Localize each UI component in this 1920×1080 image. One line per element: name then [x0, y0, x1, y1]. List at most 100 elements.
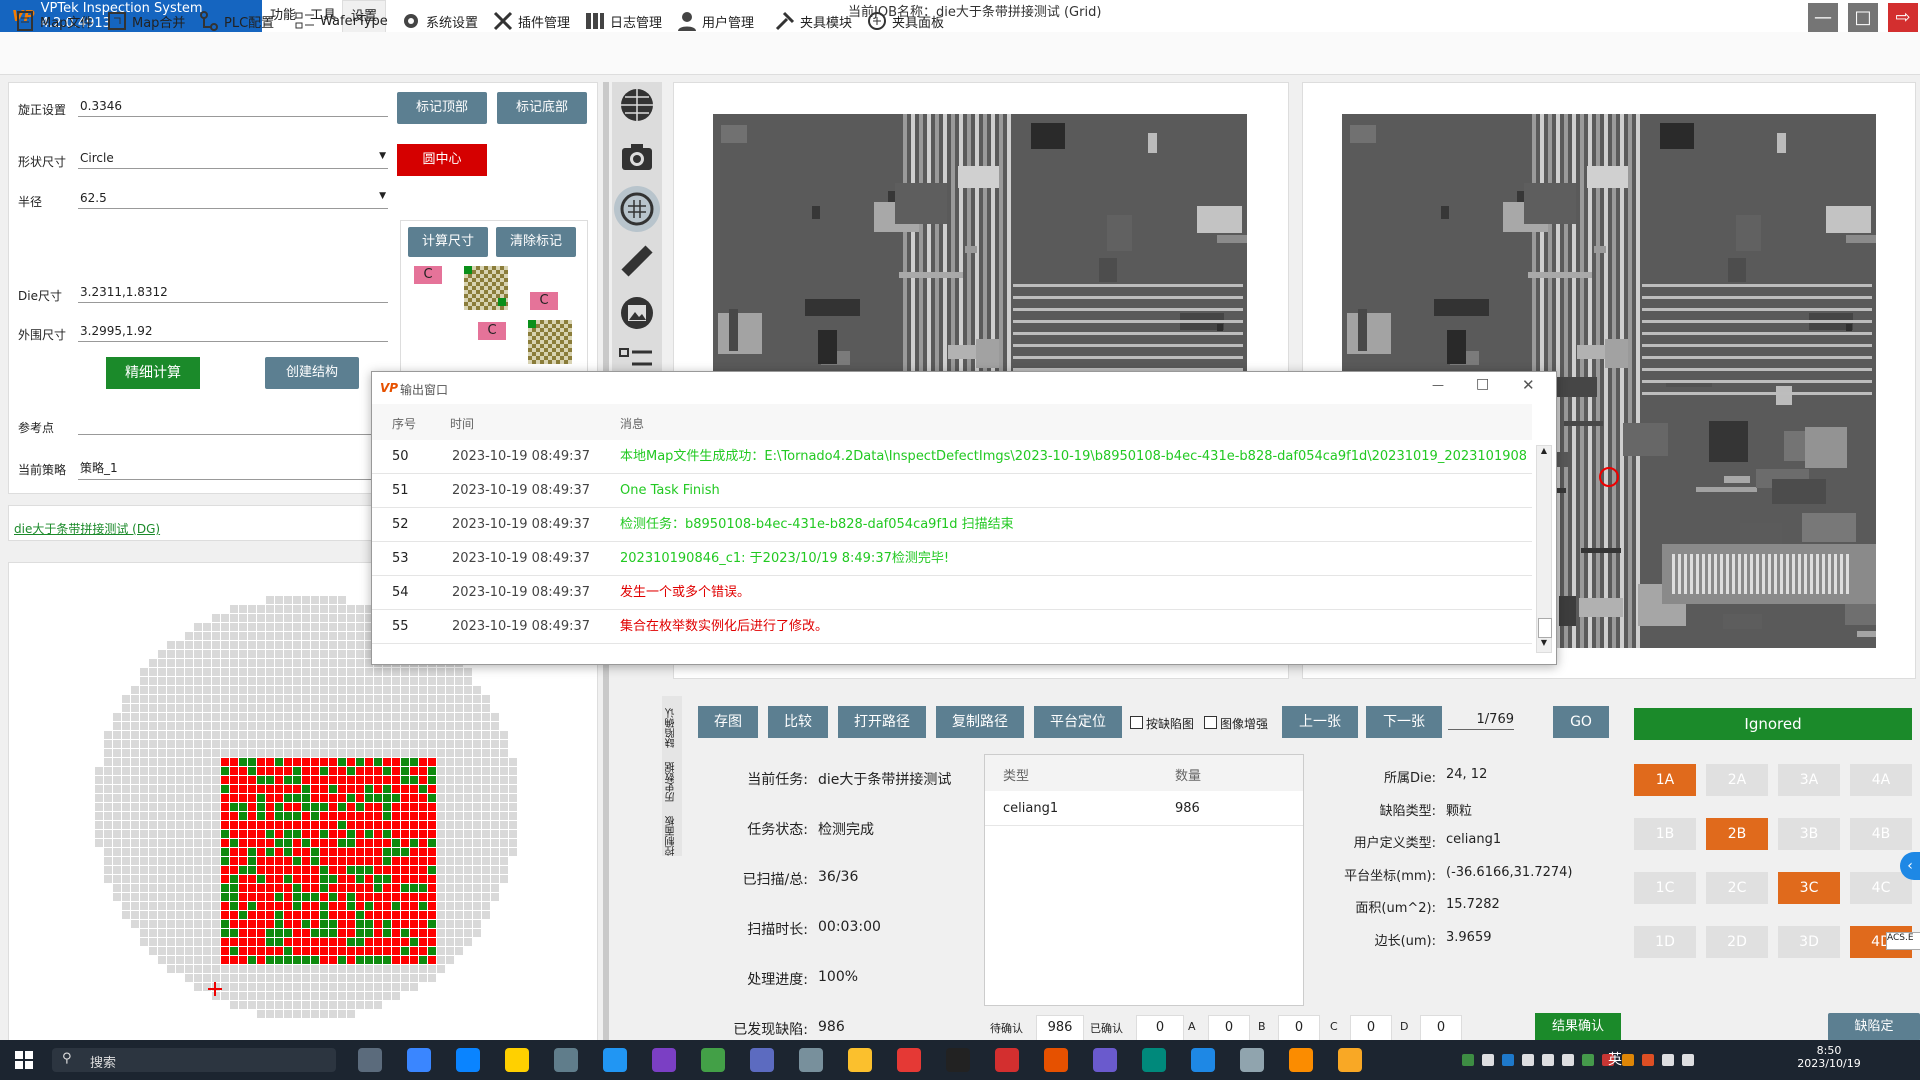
die-cell[interactable]	[185, 740, 193, 748]
die-cell[interactable]	[428, 920, 436, 928]
die-cell[interactable]	[167, 812, 175, 820]
die-cell[interactable]	[410, 830, 418, 838]
die-cell[interactable]	[338, 668, 346, 676]
die-cell[interactable]	[365, 965, 373, 973]
die-cell[interactable]	[473, 857, 481, 865]
die-cell[interactable]	[104, 857, 112, 865]
die-cell[interactable]	[230, 758, 238, 766]
die-cell[interactable]	[266, 884, 274, 892]
die-cell[interactable]	[464, 668, 472, 676]
die-cell[interactable]	[347, 668, 355, 676]
die-cell[interactable]	[203, 848, 211, 856]
die-cell[interactable]	[176, 731, 184, 739]
die-cell[interactable]	[275, 821, 283, 829]
die-cell[interactable]	[293, 713, 301, 721]
die-cell[interactable]	[437, 839, 445, 847]
die-cell[interactable]	[365, 848, 373, 856]
die-cell[interactable]	[122, 704, 130, 712]
die-cell[interactable]	[221, 821, 229, 829]
die-cell[interactable]	[221, 758, 229, 766]
die-cell[interactable]	[437, 902, 445, 910]
die-cell[interactable]	[212, 722, 220, 730]
die-cell[interactable]	[401, 857, 409, 865]
die-cell[interactable]	[293, 920, 301, 928]
die-cell[interactable]	[329, 893, 337, 901]
die-cell[interactable]	[194, 650, 202, 658]
die-cell[interactable]	[329, 650, 337, 658]
die-cell[interactable]	[383, 920, 391, 928]
die-cell[interactable]	[212, 947, 220, 955]
die-cell[interactable]	[329, 866, 337, 874]
die-cell[interactable]	[311, 623, 319, 631]
die-cell[interactable]	[446, 812, 454, 820]
die-cell[interactable]	[302, 686, 310, 694]
die-cell[interactable]	[347, 839, 355, 847]
die-cell[interactable]	[104, 749, 112, 757]
die-cell[interactable]	[158, 803, 166, 811]
die-cell[interactable]	[365, 866, 373, 874]
die-cell[interactable]	[284, 596, 292, 604]
die-cell[interactable]	[302, 749, 310, 757]
die-cell[interactable]	[212, 749, 220, 757]
die-cell[interactable]	[374, 983, 382, 991]
die-cell[interactable]	[329, 794, 337, 802]
die-cell[interactable]	[293, 704, 301, 712]
die-cell[interactable]	[239, 722, 247, 730]
die-cell[interactable]	[428, 785, 436, 793]
die-cell[interactable]	[293, 731, 301, 739]
die-cell[interactable]	[455, 938, 463, 946]
die-cell[interactable]	[329, 596, 337, 604]
die-cell[interactable]	[455, 830, 463, 838]
die-cell[interactable]	[248, 920, 256, 928]
die-cell[interactable]	[482, 830, 490, 838]
die-cell[interactable]	[266, 902, 274, 910]
die-cell[interactable]	[410, 965, 418, 973]
die-cell[interactable]	[194, 623, 202, 631]
die-cell[interactable]	[320, 983, 328, 991]
die-cell[interactable]	[212, 659, 220, 667]
die-cell[interactable]	[464, 740, 472, 748]
die-cell[interactable]	[401, 839, 409, 847]
die-cell[interactable]	[176, 767, 184, 775]
die-cell[interactable]	[338, 731, 346, 739]
taskbar-msg-icon[interactable]	[995, 1048, 1019, 1072]
die-cell[interactable]	[428, 938, 436, 946]
die-cell[interactable]	[203, 938, 211, 946]
die-cell[interactable]	[356, 1001, 364, 1009]
die-cell[interactable]	[212, 650, 220, 658]
die-cell[interactable]	[149, 713, 157, 721]
grade-button-3b[interactable]: 3B	[1778, 818, 1840, 850]
die-cell[interactable]	[428, 668, 436, 676]
die-cell[interactable]	[383, 911, 391, 919]
die-cell[interactable]	[257, 857, 265, 865]
die-cell[interactable]	[410, 740, 418, 748]
grade-button-4c[interactable]: 4C	[1850, 872, 1912, 904]
die-cell[interactable]	[149, 839, 157, 847]
create-struct-button[interactable]: 创建结构	[265, 357, 359, 389]
die-cell[interactable]	[347, 947, 355, 955]
die-cell[interactable]	[428, 857, 436, 865]
die-cell[interactable]	[194, 767, 202, 775]
die-cell[interactable]	[167, 767, 175, 775]
die-cell[interactable]	[338, 722, 346, 730]
die-cell[interactable]	[437, 866, 445, 874]
die-cell[interactable]	[329, 758, 337, 766]
die-cell[interactable]	[329, 713, 337, 721]
die-cell[interactable]	[338, 686, 346, 694]
die-cell[interactable]	[491, 722, 499, 730]
die-cell[interactable]	[356, 776, 364, 784]
die-cell[interactable]	[122, 695, 130, 703]
die-cell[interactable]	[113, 803, 121, 811]
die-cell[interactable]	[257, 713, 265, 721]
die-cell[interactable]	[365, 677, 373, 685]
die-cell[interactable]	[500, 812, 508, 820]
die-cell[interactable]	[410, 866, 418, 874]
die-cell[interactable]	[302, 776, 310, 784]
die-cell[interactable]	[464, 857, 472, 865]
die-cell[interactable]	[230, 929, 238, 937]
die-cell[interactable]	[455, 695, 463, 703]
die-cell[interactable]	[140, 884, 148, 892]
die-cell[interactable]	[167, 857, 175, 865]
die-cell[interactable]	[158, 686, 166, 694]
die-cell[interactable]	[203, 749, 211, 757]
